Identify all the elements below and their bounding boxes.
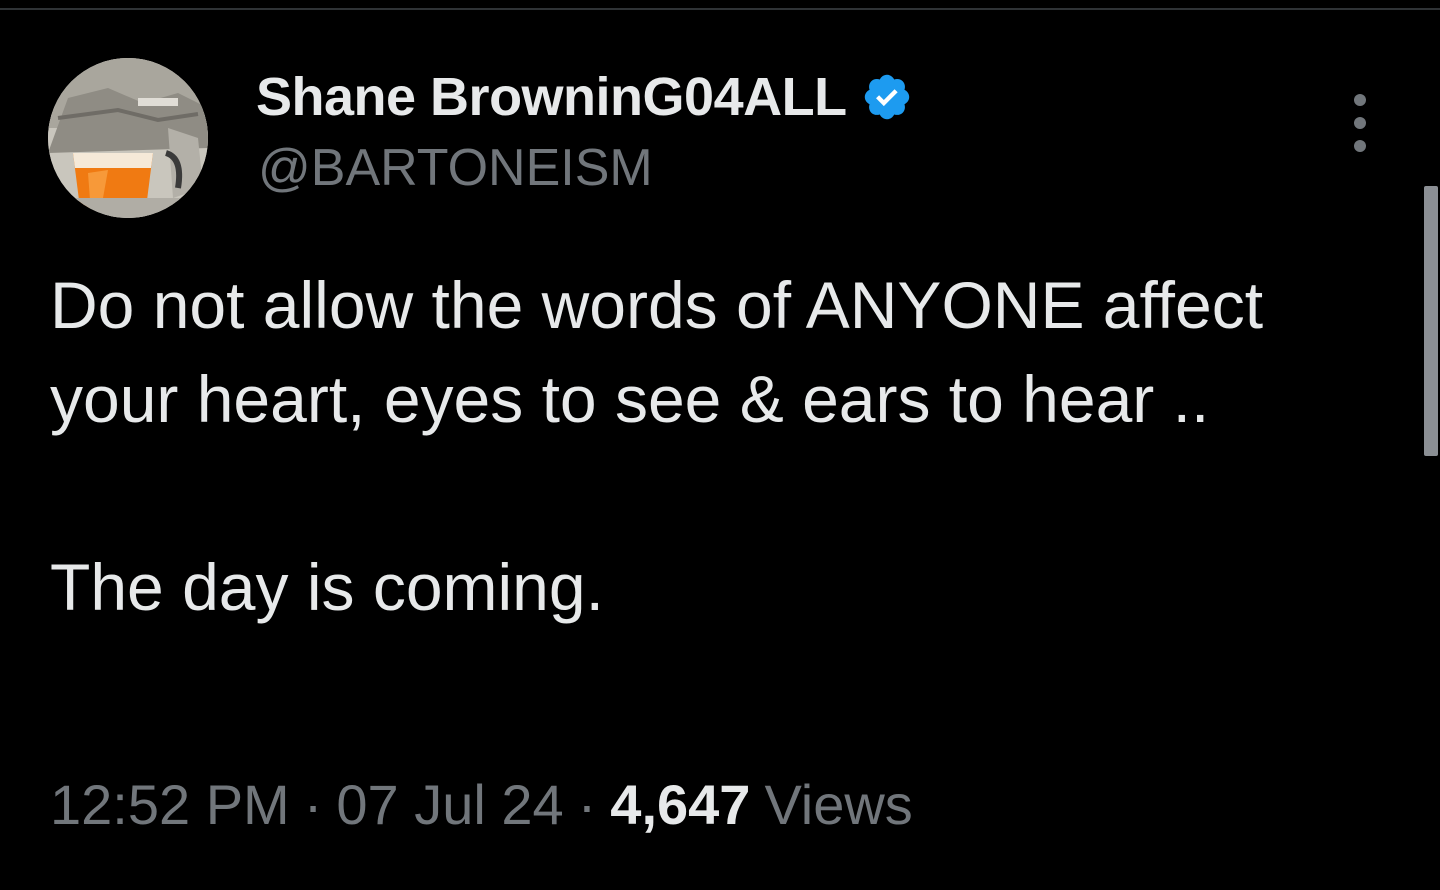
author-display-name[interactable]: Shane BrowninG04ALL bbox=[256, 66, 847, 128]
meta-separator: · bbox=[303, 773, 323, 836]
author-handle[interactable]: @BARTONEISM bbox=[258, 138, 653, 198]
more-options-button[interactable] bbox=[1340, 94, 1380, 152]
more-vertical-icon bbox=[1354, 140, 1366, 152]
tweet-text: Do not allow the words of ANYONE affect … bbox=[50, 258, 1380, 634]
tweet-paragraph: The day is coming. bbox=[50, 550, 604, 624]
views-count[interactable]: 4,647 bbox=[610, 772, 750, 837]
more-vertical-icon bbox=[1354, 117, 1366, 129]
meta-separator: · bbox=[577, 773, 597, 836]
avatar[interactable] bbox=[48, 58, 208, 218]
scrollbar-thumb[interactable] bbox=[1424, 186, 1438, 456]
tweet-date[interactable]: 07 Jul 24 bbox=[336, 772, 563, 837]
more-vertical-icon bbox=[1354, 94, 1366, 106]
author-name-row[interactable]: Shane BrowninG04ALL bbox=[256, 64, 913, 130]
tweet-meta: 12:52 PM · 07 Jul 24 · 4,647 Views bbox=[50, 772, 913, 837]
tweet-time[interactable]: 12:52 PM bbox=[50, 772, 290, 837]
tweet-card[interactable]: Shane BrowninG04ALL @BARTONEISM Do not a… bbox=[0, 0, 1440, 890]
views-label[interactable]: Views bbox=[764, 772, 912, 837]
avatar-photo-icon bbox=[48, 58, 208, 218]
verified-badge-icon[interactable] bbox=[861, 71, 913, 123]
tweet-paragraph: Do not allow the words of ANYONE affect … bbox=[50, 268, 1264, 436]
